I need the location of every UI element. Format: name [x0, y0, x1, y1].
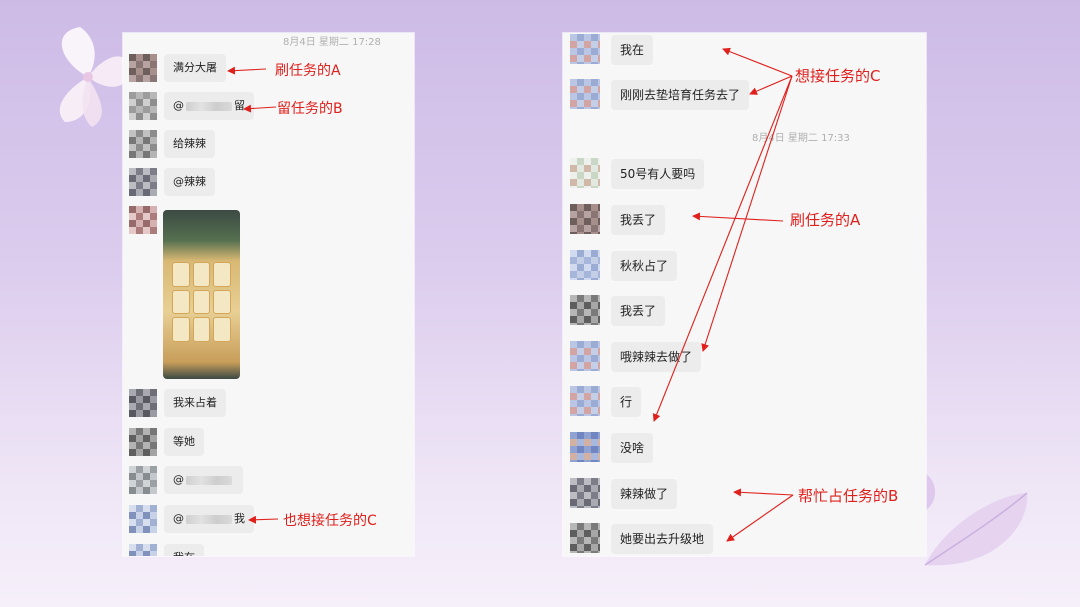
- arrow-left-b: [243, 104, 277, 113]
- arrow-right-a: [692, 212, 784, 222]
- annotation-right-a: 刷任务的A: [790, 211, 861, 229]
- arrow-left-a: [227, 66, 267, 75]
- arrow-left-c: [248, 515, 279, 524]
- annotation-arrows: [227, 47, 794, 542]
- annotation-left-b: 留任务的B: [277, 101, 343, 117]
- annotation-right-c: 想接任务的C: [795, 67, 881, 85]
- arrow-right-c-1: [722, 47, 793, 77]
- annotation-left-c: 也想接任务的C: [283, 513, 377, 529]
- arrow-right-c-3: [701, 75, 793, 352]
- arrow-right-b-2: [726, 494, 794, 542]
- arrow-right-c-4: [652, 75, 793, 422]
- arrow-right-b-1: [733, 488, 794, 497]
- annotation-left-a: 刷任务的A: [275, 63, 341, 79]
- annotation-right-b: 帮忙占任务的B: [798, 487, 899, 505]
